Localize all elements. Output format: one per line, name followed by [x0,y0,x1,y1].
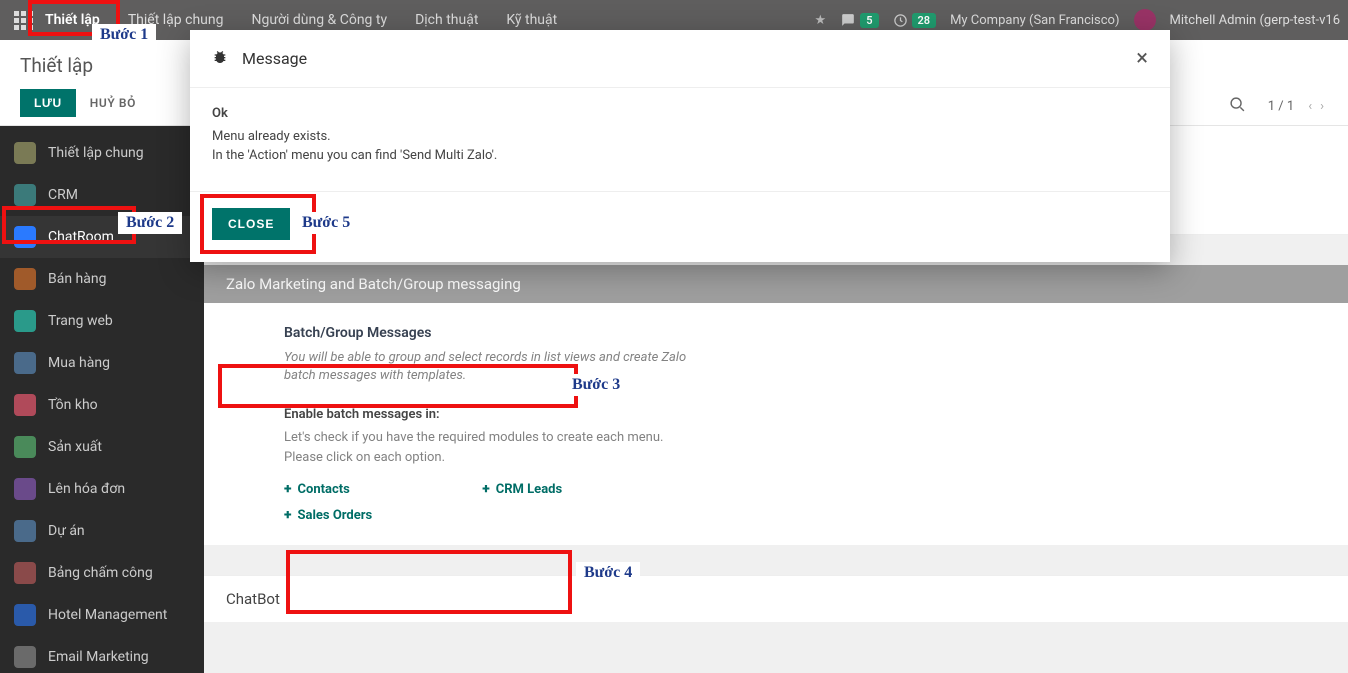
modal-line2: In the 'Action' menu you can find 'Send … [212,148,1148,163]
batch-title: Batch/Group Messages [284,325,1268,341]
sidebar-item-label: CRM [48,187,78,203]
sidebar-item[interactable]: Thiết lập chung [0,132,204,174]
section-body-marketing: Batch/Group Messages You will be able to… [204,303,1348,545]
module-icon [14,142,36,164]
module-icon [14,352,36,374]
module-icon [14,226,36,248]
sidebar-item[interactable]: Bán hàng [0,258,204,300]
sidebar-item-label: Email Marketing [48,649,149,665]
plus-icon: + [284,507,291,523]
module-icon [14,562,36,584]
message-dialog: Message × Ok Menu already exists. In the… [190,30,1170,262]
user-name[interactable]: Mitchell Admin (gerp-test-v16 [1170,13,1341,28]
modal-ok: Ok [212,106,1148,121]
activities-count: 28 [912,13,937,28]
apps-icon[interactable] [14,11,33,30]
pager-prev[interactable]: ‹ [1304,99,1316,114]
sidebar-item[interactable]: Sản xuất [0,426,204,468]
sidebar-item-label: Dự án [48,523,85,539]
sidebar-item-label: Thiết lập chung [48,145,144,161]
sidebar-item-label: Sản xuất [48,439,102,455]
modal-line1: Menu already exists. [212,129,1148,144]
module-icon [14,520,36,542]
sidebar-item-label: Lên hóa đơn [48,481,125,497]
sidebar-item[interactable]: CRM [0,174,204,216]
pager-next[interactable]: › [1316,99,1328,114]
sidebar-item[interactable]: ChatRoom [0,216,204,258]
sidebar-item-label: Mua hàng [48,355,110,371]
module-icon [14,394,36,416]
sidebar-item[interactable]: Trang web [0,300,204,342]
sidebar-item-label: Tồn kho [48,397,98,413]
topnav-item[interactable]: Kỹ thuật [506,12,557,28]
module-icon [14,436,36,458]
modal-title: Message [242,49,307,68]
module-icon [14,478,36,500]
module-icon [14,604,36,626]
sidebar-item-label: ChatRoom [48,229,114,245]
batch-link[interactable]: + Sales Orders [284,507,372,523]
sidebar: Thiết lập chung CRM ChatRoom Bán hàng Trang … [0,126,204,673]
star-icon[interactable]: ★ [815,13,827,28]
enable-title: Enable batch messages in: [284,407,1268,422]
enable-note: Let's check if you have the required mod… [284,428,704,467]
section-header-chatbot: ChatBot [204,575,1348,622]
close-icon[interactable]: × [1136,46,1148,71]
sidebar-item[interactable]: Mua hàng [0,342,204,384]
sidebar-item-label: Bán hàng [48,271,106,287]
page-title: Thiết lập [20,54,136,77]
topnav-item[interactable]: Thiết lập chung [128,12,224,28]
section-header-marketing: Zalo Marketing and Batch/Group messaging [204,265,1348,303]
avatar[interactable] [1134,9,1156,31]
batch-link[interactable]: + CRM Leads [482,481,562,497]
close-button[interactable]: CLOSE [212,208,290,240]
bug-icon [212,49,228,69]
module-icon [14,268,36,290]
sidebar-item[interactable]: Hotel Management [0,594,204,636]
topnav-item[interactable]: Dịch thuật [415,12,478,28]
sidebar-item[interactable]: Lên hóa đơn [0,468,204,510]
sidebar-item-label: Trang web [48,313,113,329]
company-name[interactable]: My Company (San Francisco) [950,13,1119,28]
topbar-right: ★ 5 28 My Company (San Francisco) Mitche… [815,9,1340,31]
topnav-item[interactable]: Người dùng & Công ty [251,12,387,28]
sidebar-item-label: Bảng chấm công [48,565,153,581]
topnav-active[interactable]: Thiết lập [45,12,100,28]
topnav: Thiết lập Thiết lập chung Người dùng & C… [45,12,557,28]
module-icon [14,184,36,206]
sidebar-item[interactable]: Bảng chấm công [0,552,204,594]
module-icon [14,646,36,668]
activities-indicator[interactable]: 28 [893,13,937,28]
messages-count: 5 [860,13,878,28]
plus-icon: + [482,481,489,497]
save-button[interactable]: LƯU [20,89,76,117]
module-icon [14,310,36,332]
sidebar-item-label: Hotel Management [48,607,167,623]
batch-desc: You will be able to group and select rec… [284,349,704,385]
messages-indicator[interactable]: 5 [840,13,878,28]
batch-links: + Contacts + Sales Orders + CRM Leads [284,481,1268,523]
sidebar-item[interactable]: Tồn kho [0,384,204,426]
pager: 1 / 1 ‹› [1268,99,1328,114]
plus-icon: + [284,481,291,497]
search-icon[interactable] [1229,96,1246,117]
batch-link[interactable]: + Contacts [284,481,372,497]
sidebar-item[interactable]: Dự án [0,510,204,552]
discard-button[interactable]: HUỶ BỎ [90,96,136,110]
pager-text: 1 / 1 [1268,99,1294,114]
